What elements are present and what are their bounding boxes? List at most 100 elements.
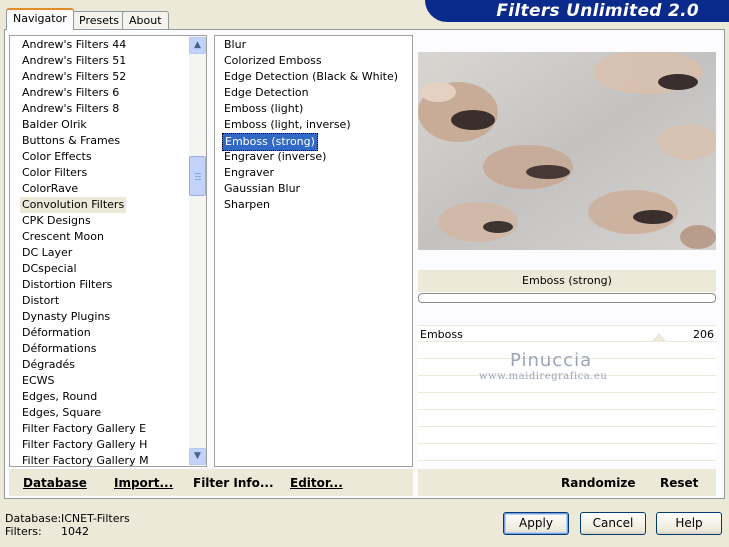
category-item-label: DC Layer [22, 246, 73, 259]
category-item-label: Dynasty Plugins [22, 310, 111, 323]
reset-button[interactable]: Reset [660, 476, 698, 490]
category-item[interactable]: Dégradés [10, 357, 206, 373]
category-item-label: Andrew's Filters 8 [22, 102, 120, 115]
category-item-label: Crescent Moon [22, 230, 104, 243]
filter-item-label: Edge Detection [224, 86, 309, 99]
slider-marker-icon[interactable] [652, 333, 666, 341]
filter-item[interactable]: Blur [222, 37, 412, 53]
filter-item-label: Emboss (light) [224, 102, 304, 115]
filter-item[interactable]: Emboss (light) [222, 101, 412, 117]
category-item[interactable]: Edges, Square [10, 405, 206, 421]
help-button[interactable]: Help [656, 512, 722, 535]
database-value: ICNET-Filters [61, 512, 130, 525]
filters-count-value: 1042 [61, 525, 89, 538]
category-item-label: Distort [22, 294, 60, 307]
parameter-row-empty [418, 410, 716, 427]
parameter-value: 206 [693, 328, 714, 341]
filter-item-label: Engraver [224, 166, 274, 179]
parameter-row-empty [418, 427, 716, 444]
watermark-url: www.maidiregrafica.eu [479, 371, 608, 382]
category-item[interactable]: Convolution Filters [10, 197, 206, 213]
scroll-down-button[interactable]: ▼ [189, 448, 206, 465]
filter-item[interactable]: Engraver (inverse) [222, 149, 412, 165]
filter-item[interactable]: Edge Detection [222, 85, 412, 101]
category-item-label: Edges, Round [22, 390, 98, 403]
filter-info-button[interactable]: Filter Info... [193, 476, 274, 490]
filter-item[interactable]: Emboss (light, inverse) [222, 117, 412, 133]
filter-item-label: Sharpen [224, 198, 270, 211]
category-item-label: Distortion Filters [22, 278, 113, 291]
category-item[interactable]: Andrew's Filters 6 [10, 85, 206, 101]
apply-button[interactable]: Apply [503, 512, 569, 535]
category-item-label: Andrew's Filters 6 [22, 86, 120, 99]
scroll-thumb[interactable] [189, 156, 206, 196]
category-item[interactable]: Filter Factory Gallery H [10, 437, 206, 453]
scroll-up-button[interactable]: ▲ [189, 37, 206, 54]
category-item-label: Buttons & Frames [22, 134, 121, 147]
category-item[interactable]: DCspecial [10, 261, 206, 277]
category-item-label: Déformation [22, 326, 91, 339]
category-item[interactable]: Andrew's Filters 52 [10, 69, 206, 85]
category-item-label: Filter Factory Gallery E [22, 422, 147, 435]
filter-item-label: Emboss (light, inverse) [224, 118, 351, 131]
filter-item-label: Engraver (inverse) [224, 150, 327, 163]
filters-count-label: Filters: [5, 525, 42, 538]
category-item[interactable]: Andrew's Filters 8 [10, 101, 206, 117]
cancel-button[interactable]: Cancel [580, 512, 646, 535]
category-item[interactable]: ColorRave [10, 181, 206, 197]
tab-about[interactable]: About [122, 11, 169, 29]
database-button[interactable]: Database [23, 476, 87, 490]
filter-item[interactable]: Edge Detection (Black & White) [222, 69, 412, 85]
parameter-label: Emboss [420, 328, 463, 341]
category-item[interactable]: Filter Factory Gallery M [10, 453, 206, 466]
preview-filter-name: Emboss (strong) [418, 270, 716, 292]
category-item-label: DCspecial [22, 262, 77, 275]
category-item[interactable]: Déformation [10, 325, 206, 341]
filter-item[interactable]: Engraver [222, 165, 412, 181]
category-item-label: Balder Olrik [22, 118, 87, 131]
filter-item-label: Colorized Emboss [224, 54, 322, 67]
category-scrollbar[interactable]: ▲ ▼ [189, 36, 206, 466]
category-item[interactable]: Déformations [10, 341, 206, 357]
category-item[interactable]: Balder Olrik [10, 117, 206, 133]
category-item-label: ColorRave [22, 182, 79, 195]
database-label: Database: [5, 512, 62, 525]
category-item[interactable]: Dynasty Plugins [10, 309, 206, 325]
category-item-label: Edges, Square [22, 406, 102, 419]
tab-presets[interactable]: Presets [72, 11, 127, 29]
category-item[interactable]: Andrew's Filters 51 [10, 53, 206, 69]
category-item[interactable]: Crescent Moon [10, 229, 206, 245]
category-item[interactable]: CPK Designs [10, 213, 206, 229]
category-item[interactable]: Color Effects [10, 149, 206, 165]
category-item[interactable]: Distort [10, 293, 206, 309]
filter-item[interactable]: Gaussian Blur [222, 181, 412, 197]
category-item-label: ECWS [22, 374, 55, 387]
parameter-row-emboss[interactable]: Emboss 206 [418, 325, 716, 342]
filter-item-label: Blur [224, 38, 247, 51]
category-item-label: Dégradés [22, 358, 75, 371]
category-items: Andrew's Filters 44 Andrew's Filters 51 An… [10, 36, 206, 466]
category-item[interactable]: DC Layer [10, 245, 206, 261]
category-item[interactable]: Filter Factory Gallery E [10, 421, 206, 437]
category-list[interactable]: Andrew's Filters 44 Andrew's Filters 51 An… [9, 35, 207, 467]
category-item[interactable]: Buttons & Frames [10, 133, 206, 149]
category-item-label: Filter Factory Gallery H [22, 438, 148, 451]
randomize-button[interactable]: Randomize [561, 476, 635, 490]
category-item[interactable]: Edges, Round [10, 389, 206, 405]
filter-item[interactable]: Sharpen [222, 197, 412, 213]
category-item[interactable]: Distortion Filters [10, 277, 206, 293]
filter-list[interactable]: Blur Colorized Emboss Edge Detection (Blac… [214, 35, 413, 467]
editor-button[interactable]: Editor... [290, 476, 343, 490]
tab-navigator[interactable]: Navigator [6, 8, 74, 30]
category-item-label: Andrew's Filters 44 [22, 38, 127, 51]
filter-items: Blur Colorized Emboss Edge Detection (Blac… [215, 36, 412, 213]
filter-item[interactable]: Emboss (strong) [222, 133, 412, 151]
category-item-label: Color Effects [22, 150, 92, 163]
filter-item-label: Edge Detection (Black & White) [224, 70, 399, 83]
filter-item[interactable]: Colorized Emboss [222, 53, 412, 69]
category-item[interactable]: Andrew's Filters 44 [10, 37, 206, 53]
category-item[interactable]: ECWS [10, 373, 206, 389]
category-item[interactable]: Color Filters [10, 165, 206, 181]
parameter-row-empty [418, 444, 716, 461]
import-button[interactable]: Import... [114, 476, 173, 490]
